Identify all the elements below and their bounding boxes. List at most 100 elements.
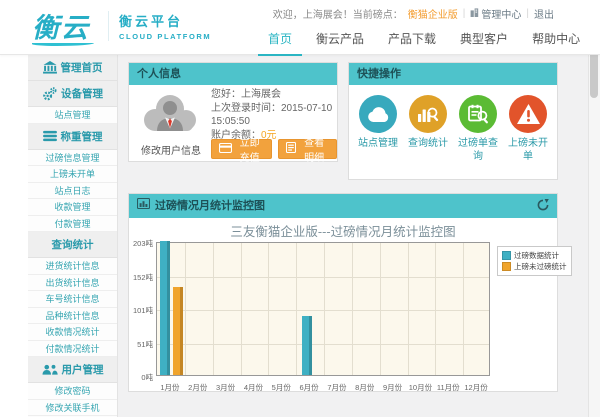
legend-label: 过磅数据统计 — [514, 250, 559, 261]
chart-title: 三友衡猫企业版---过磅情况月统计监控图 — [129, 221, 557, 240]
personal-info-panel: 个人信息 修改用户信息 您好：上海展会 上次登录时间：2015-07-10 15… — [128, 62, 338, 162]
nav-tab-2[interactable]: 产品下载 — [378, 28, 446, 56]
recharge-button[interactable]: 立即充值 — [211, 139, 272, 159]
sidebar-item-label: 付款管理 — [54, 217, 90, 230]
users-icon — [42, 364, 58, 376]
sidebar-item-9[interactable]: 查询统计 — [28, 232, 117, 258]
gridline-horizontal — [157, 310, 489, 311]
sidebar-item-10[interactable]: 进货统计信息 — [28, 258, 117, 275]
bank-icon — [43, 61, 57, 74]
account-link[interactable]: 衡猫企业版 — [408, 6, 458, 21]
sidebar-item-17[interactable]: 修改密码 — [28, 383, 117, 400]
sidebar-item-8[interactable]: 付款管理 — [28, 216, 117, 233]
x-axis-tick-label: 6月份 — [295, 382, 323, 393]
x-axis-tick-label: 5月份 — [267, 382, 295, 393]
quick-actions-title: 快捷操作 — [357, 63, 401, 85]
card-icon — [219, 143, 232, 156]
legend-swatch — [502, 251, 511, 260]
quick-action-3[interactable]: 上磅未开单 — [504, 95, 552, 179]
legend-swatch — [502, 262, 511, 271]
separator: | — [526, 8, 529, 19]
gridline-vertical — [268, 243, 269, 375]
quick-action-1[interactable]: 查询统计 — [404, 95, 452, 179]
sidebar-item-14[interactable]: 收款情况统计 — [28, 324, 117, 341]
sidebar-item-6[interactable]: 站点日志 — [28, 183, 117, 200]
quick-actions-header: 快捷操作 — [349, 63, 557, 85]
sidebar-item-label: 修改关联手机 — [45, 401, 99, 414]
sidebar-item-label: 收款管理 — [54, 200, 90, 213]
sidebar-item-label: 管理首页 — [61, 60, 103, 75]
chart-plot-area — [156, 242, 490, 376]
gridline-vertical — [408, 243, 409, 375]
sidebar-item-11[interactable]: 出货统计信息 — [28, 275, 117, 292]
sidebar-item-0[interactable]: 管理首页 — [28, 55, 117, 81]
quick-action-2[interactable]: 过磅单查询 — [454, 95, 502, 179]
sidebar-item-label: 用户管理 — [62, 362, 104, 377]
logo-subtitle: CLOUD PLATFORM — [119, 32, 211, 41]
sidebar-item-2[interactable]: 站点管理 — [28, 107, 117, 124]
sidebar-item-label: 收款情况统计 — [45, 325, 99, 338]
nav-tab-0[interactable]: 首页 — [258, 28, 302, 56]
legend-item-0[interactable]: 过磅数据统计 — [502, 250, 567, 261]
logout-link[interactable]: 退出 — [534, 6, 554, 21]
topbar: 衡云 衡云平台 CLOUD PLATFORM 欢迎，上海展会！当前磅点： 衡猫企… — [0, 0, 600, 55]
admin-center-label: 管理中心 — [481, 6, 521, 21]
sidebar-item-4[interactable]: 过磅信息管理 — [28, 150, 117, 167]
sidebar-item-label: 品种统计信息 — [45, 309, 99, 322]
personal-buttons: 立即充值 查看明细 — [211, 139, 337, 159]
warning-icon — [509, 95, 547, 133]
sidebar-item-16[interactable]: 用户管理 — [28, 357, 117, 383]
logo-title: 衡云平台 — [119, 11, 211, 30]
gridline-vertical — [241, 243, 242, 375]
logo[interactable]: 衡云 衡云平台 CLOUD PLATFORM — [32, 6, 211, 46]
sidebar-item-label: 过磅信息管理 — [45, 151, 99, 164]
sidebar-item-label: 付款情况统计 — [45, 342, 99, 355]
chart-panel-header: 过磅情况月统计监控图 — [129, 194, 557, 218]
avatar-block: 修改用户信息 — [133, 89, 209, 157]
y-axis-tick-label: 152吨 — [129, 272, 153, 283]
sidebar-item-3[interactable]: 称重管理 — [28, 124, 117, 150]
sidebar-item-1[interactable]: 设备管理 — [28, 81, 117, 107]
logo-text: 衡云平台 CLOUD PLATFORM — [108, 11, 211, 41]
legend-item-1[interactable]: 上磅未过磅统计 — [502, 261, 567, 272]
nav-tab-4[interactable]: 帮助中心 — [522, 28, 590, 56]
sidebar-item-7[interactable]: 收款管理 — [28, 199, 117, 216]
sidebar-item-13[interactable]: 品种统计信息 — [28, 308, 117, 325]
x-axis-tick-label: 3月份 — [212, 382, 240, 393]
cloud-icon — [359, 95, 397, 133]
y-axis-tick-label: 101吨 — [129, 305, 153, 316]
nav-tab-1[interactable]: 衡云产品 — [306, 28, 374, 56]
personal-info-header: 个人信息 — [129, 63, 337, 85]
admin-center-link[interactable]: 管理中心 — [470, 6, 521, 21]
quick-action-0[interactable]: 站点管理 — [354, 95, 402, 179]
x-axis-tick-label: 2月份 — [184, 382, 212, 393]
avatar[interactable] — [140, 89, 202, 136]
gridline-vertical — [352, 243, 353, 375]
nav-tab-3[interactable]: 典型客户 — [450, 28, 518, 56]
recharge-button-label: 立即充值 — [235, 134, 264, 164]
view-detail-button[interactable]: 查看明细 — [278, 139, 337, 159]
sidebar-item-label: 出货统计信息 — [45, 276, 99, 289]
bar-上磅未过磅统计-1月份 — [173, 287, 183, 375]
list-icon — [43, 130, 57, 142]
main-nav: 首页衡云产品产品下载典型客户帮助中心 — [258, 28, 590, 56]
gridline-vertical — [296, 243, 297, 375]
gridline-vertical — [463, 243, 464, 375]
y-axis-tick-label: 0吨 — [129, 372, 153, 383]
sidebar-item-12[interactable]: 车号统计信息 — [28, 291, 117, 308]
sidebar-item-label: 称重管理 — [61, 129, 103, 144]
sidebar-item-5[interactable]: 上磅未开单 — [28, 166, 117, 183]
edit-user-info-link[interactable]: 修改用户信息 — [133, 142, 209, 157]
gridline-vertical — [185, 243, 186, 375]
sidebar-item-label: 查询统计 — [52, 237, 94, 252]
sidebar-item-15[interactable]: 付款情况统计 — [28, 341, 117, 358]
legend-label: 上磅未过磅统计 — [514, 261, 567, 272]
refresh-icon[interactable] — [537, 199, 549, 211]
sidebar-item-18[interactable]: 修改关联手机 — [28, 400, 117, 417]
quick-actions-body: 站点管理查询统计过磅单查询上磅未开单 — [349, 85, 557, 179]
bar-过磅数据统计-1月份 — [160, 241, 170, 375]
quick-action-label: 上磅未开单 — [504, 137, 552, 163]
gears-icon — [42, 87, 57, 101]
x-axis-tick-label: 9月份 — [379, 382, 407, 393]
x-axis-tick-label: 4月份 — [240, 382, 268, 393]
